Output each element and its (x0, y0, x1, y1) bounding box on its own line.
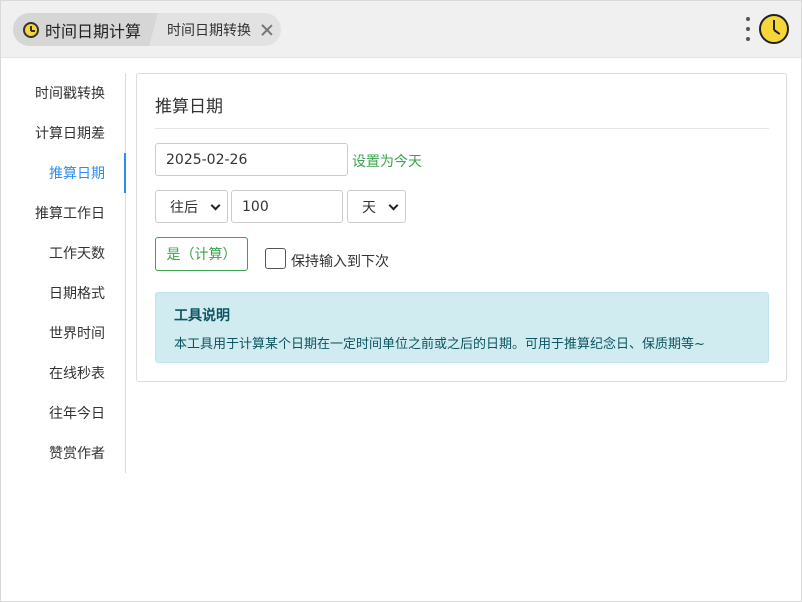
unit-select[interactable]: 天 (347, 190, 406, 223)
unit-value: 天 (362, 199, 376, 216)
sidebar-item-date-format[interactable]: 日期格式 (1, 273, 125, 313)
sidebar-item-stopwatch[interactable]: 在线秒表 (1, 353, 125, 393)
sidebar-item-donate[interactable]: 赞赏作者 (1, 433, 125, 473)
top-bar: 时间日期计算 时间日期转换 (1, 1, 801, 58)
direction-value: 往后 (170, 199, 198, 216)
main-card: 推算日期 设置为今天 往后 天 是（计算） 保持输入到下次 工具说明 本工具用于… (136, 73, 787, 382)
clock-icon (23, 21, 39, 38)
sidebar-item-infer-date[interactable]: 推算日期 (1, 153, 126, 193)
keep-input-checkbox[interactable] (265, 248, 286, 269)
sidebar-item-label: 推算日期 (49, 166, 105, 182)
set-today-link[interactable]: 设置为今天 (352, 151, 422, 171)
sidebar-item-label: 日期格式 (49, 286, 105, 302)
sidebar-item-label: 时间戳转换 (35, 86, 105, 102)
info-title: 工具说明 (174, 308, 230, 324)
sidebar-item-label: 工作天数 (49, 246, 105, 262)
chevron-down-icon (210, 200, 221, 211)
chevron-down-icon (388, 200, 399, 211)
sidebar-item-label: 在线秒表 (49, 366, 105, 382)
sidebar: 时间戳转换 计算日期差 推算日期 推算工作日 工作天数 日期格式 世界时间 在线… (1, 73, 126, 473)
divider (155, 128, 769, 129)
direction-select[interactable]: 往后 (155, 190, 228, 223)
sidebar-item-label: 世界时间 (49, 326, 105, 342)
amount-input[interactable] (231, 190, 343, 223)
tab-label: 时间日期转换 (167, 22, 252, 39)
sidebar-item-label: 推算工作日 (35, 206, 105, 222)
page-title: 推算日期 (155, 97, 223, 117)
home-tab[interactable]: 时间日期计算 (13, 13, 159, 46)
sidebar-item-label: 赞赏作者 (49, 446, 105, 462)
home-tab-label: 时间日期计算 (45, 21, 142, 41)
breadcrumb: 时间日期计算 时间日期转换 (13, 13, 282, 46)
info-alert: 工具说明 本工具用于计算某个日期在一定时间单位之前或之后的日期。可用于推算纪念日… (155, 292, 769, 363)
close-icon[interactable] (261, 24, 273, 36)
sidebar-item-timestamp[interactable]: 时间戳转换 (1, 73, 125, 113)
more-vertical-icon[interactable] (745, 17, 751, 41)
date-input[interactable] (155, 143, 348, 176)
sidebar-item-on-this-day[interactable]: 往年今日 (1, 393, 125, 433)
info-text: 本工具用于计算某个日期在一定时间单位之前或之后的日期。可用于推算纪念日、保质期等… (174, 337, 705, 352)
sidebar-item-workday[interactable]: 推算工作日 (1, 193, 125, 233)
keep-input-label[interactable]: 保持输入到下次 (291, 251, 389, 271)
tab-date-convert[interactable]: 时间日期转换 (149, 13, 273, 46)
sidebar-item-label: 计算日期差 (35, 126, 105, 142)
sidebar-item-work-days[interactable]: 工作天数 (1, 233, 125, 273)
app-clock-icon[interactable] (759, 14, 789, 44)
sidebar-item-date-diff[interactable]: 计算日期差 (1, 113, 125, 153)
sidebar-item-world-time[interactable]: 世界时间 (1, 313, 125, 353)
sidebar-item-label: 往年今日 (49, 406, 105, 422)
calculate-button[interactable]: 是（计算） (155, 237, 248, 271)
